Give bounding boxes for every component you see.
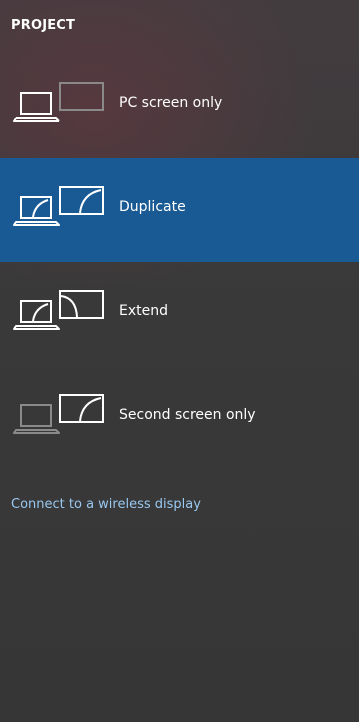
option-label: Duplicate <box>119 199 186 215</box>
option-label: PC screen only <box>119 95 223 111</box>
option-label: Second screen only <box>119 407 256 423</box>
extend-icon <box>13 290 104 330</box>
option-duplicate[interactable]: Duplicate <box>0 158 359 262</box>
option-label: Extend <box>119 303 168 319</box>
connect-wireless-display-link[interactable]: Connect to a wireless display <box>11 497 201 512</box>
option-extend[interactable]: Extend <box>0 262 359 366</box>
option-second-screen-only[interactable]: Second screen only <box>0 366 359 470</box>
second-screen-only-icon <box>13 394 104 434</box>
option-pc-screen-only[interactable]: PC screen only <box>0 54 359 158</box>
duplicate-icon <box>13 186 104 226</box>
pc-screen-only-icon <box>13 82 104 122</box>
project-panel: PROJECT PC screen only Duplicate Extend … <box>0 0 359 722</box>
panel-title: PROJECT <box>11 18 76 33</box>
